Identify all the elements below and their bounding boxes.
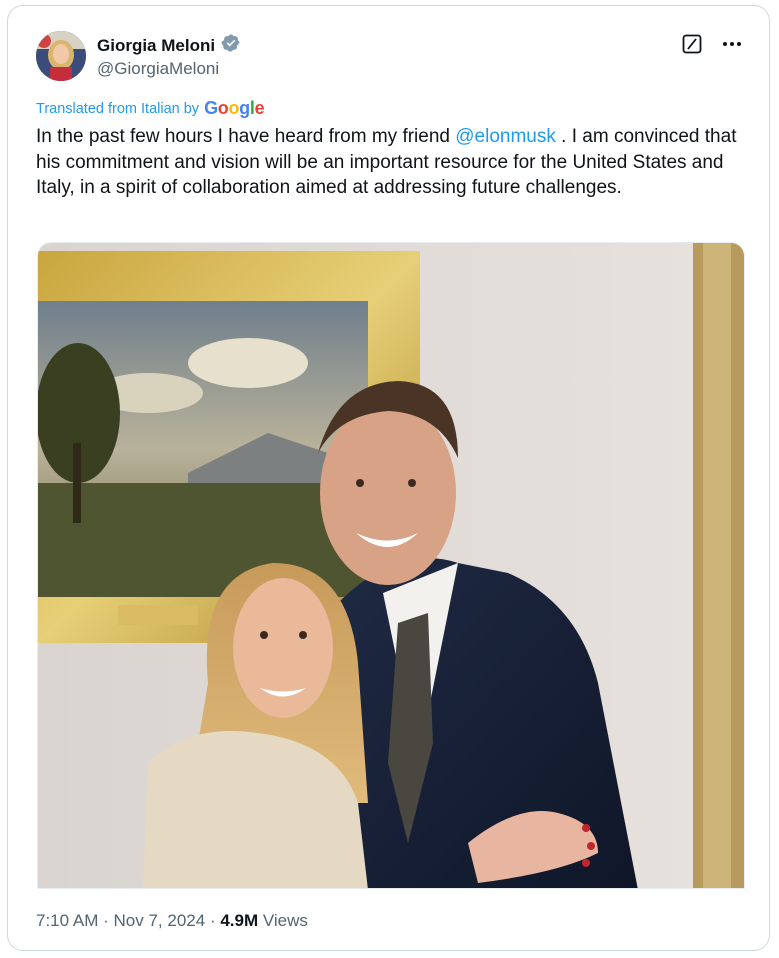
tweet-time[interactable]: 7:10 AM (36, 911, 98, 930)
google-logo: Google (204, 98, 265, 118)
translation-label: Translated from Italian by (36, 100, 200, 117)
tweet-photo[interactable] (37, 242, 745, 889)
verified-badge-icon (221, 33, 241, 58)
photo-image (38, 243, 744, 888)
separator: · (209, 911, 216, 930)
views-count: 4.9M (220, 911, 259, 930)
tweet-date[interactable]: Nov 7, 2024 (114, 911, 206, 930)
tweet-text: In the past few hours I have heard from … (36, 124, 748, 201)
grok-icon[interactable] (681, 33, 703, 55)
more-options-icon[interactable] (721, 33, 743, 55)
mention-link[interactable]: @elonmusk (455, 126, 556, 147)
tweet-meta: 7:10 AM · Nov 7, 2024 · 4.9M Views (36, 911, 308, 931)
tweet-text-before: In the past few hours I have heard from … (36, 126, 456, 147)
author-display-name[interactable]: Giorgia Meloni (97, 36, 215, 56)
views-label: Views (262, 911, 308, 930)
avatar[interactable] (36, 31, 86, 81)
separator: · (103, 911, 109, 930)
author-handle[interactable]: @GiorgiaMeloni (97, 59, 219, 79)
translation-notice[interactable]: Translated from Italian by Google (36, 98, 265, 119)
